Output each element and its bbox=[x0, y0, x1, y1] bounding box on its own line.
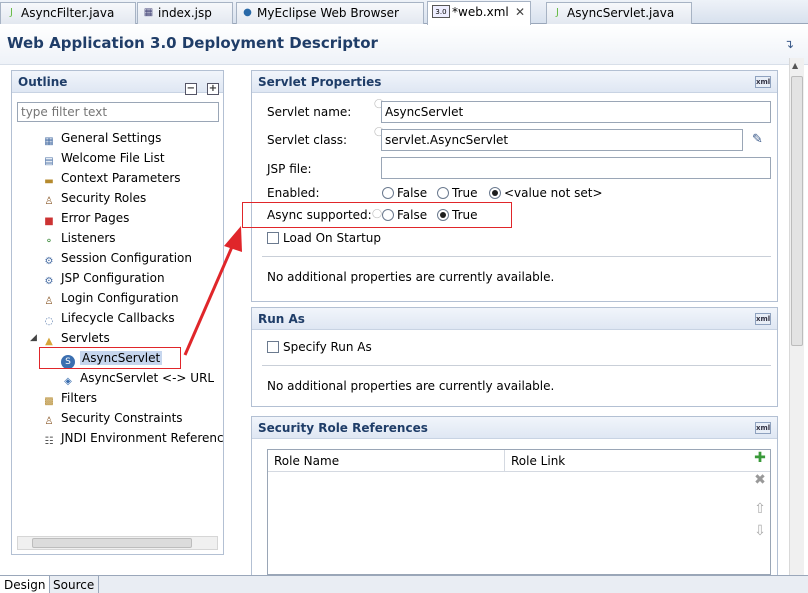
servlet-name-field[interactable]: AsyncServlet bbox=[381, 101, 771, 123]
tab-web-browser[interactable]: ● MyEclipse Web Browser bbox=[236, 2, 424, 24]
outline-item-security-constraints[interactable]: ♙ Security Constraints bbox=[42, 409, 183, 427]
outline-item-filters[interactable]: ▩ Filters bbox=[42, 389, 97, 407]
outline-item-listeners[interactable]: ⚬ Listeners bbox=[42, 229, 116, 247]
listener-icon: ⚬ bbox=[44, 236, 54, 247]
jsp-config-icon: ⚙ bbox=[44, 276, 54, 287]
servlet-class-field[interactable]: servlet.AsyncServlet bbox=[381, 129, 743, 151]
outline-item-security-roles[interactable]: ♙ Security Roles bbox=[42, 189, 147, 207]
outline-item-jsp-configuration[interactable]: ⚙ JSP Configuration bbox=[42, 269, 165, 287]
outline-item-login-configuration[interactable]: ♙ Login Configuration bbox=[42, 289, 179, 307]
java-file-icon: J bbox=[556, 7, 559, 18]
xml-file-icon: 3.0 bbox=[432, 5, 450, 18]
enabled-label: Enabled: bbox=[267, 186, 320, 200]
run-as-header: Run As xml bbox=[252, 308, 777, 330]
scroll-up-icon[interactable]: ▲ bbox=[792, 61, 798, 70]
main-vertical-scrollbar[interactable]: ▲ bbox=[789, 58, 804, 575]
outline-item-error-pages[interactable]: ■ Error Pages bbox=[42, 209, 129, 227]
enabled-not-set-radio[interactable]: <value not set> bbox=[489, 186, 603, 200]
tab-asyncfilter[interactable]: J AsyncFilter.java bbox=[0, 2, 136, 24]
page-title: Web Application 3.0 Deployment Descripto… bbox=[7, 34, 378, 52]
filter-icon: ▩ bbox=[44, 396, 54, 407]
parameters-icon: ▬ bbox=[44, 176, 54, 187]
outline-horizontal-scrollbar[interactable] bbox=[17, 536, 218, 550]
outline-item-jndi-environment[interactable]: ☷ JNDI Environment Referenc bbox=[42, 429, 224, 447]
collapse-triangle-icon[interactable]: ◢ bbox=[30, 333, 37, 343]
scrollbar-thumb[interactable] bbox=[791, 76, 803, 346]
jsp-file-label: JSP file: bbox=[267, 162, 312, 176]
highlight-box-async bbox=[242, 202, 512, 228]
outline-item-lifecycle-callbacks[interactable]: ◌ Lifecycle Callbacks bbox=[42, 309, 175, 327]
column-header-role-name[interactable]: Role Name bbox=[268, 450, 505, 472]
outline-item-servlets[interactable]: ▲ Servlets bbox=[42, 329, 110, 347]
remove-icon[interactable]: ✖ bbox=[753, 473, 767, 487]
divider bbox=[262, 365, 771, 366]
jsp-file-icon: ▦ bbox=[143, 7, 154, 18]
security-roles-icon: ♙ bbox=[44, 196, 54, 207]
outline-item-welcome-file-list[interactable]: ▤ Welcome File List bbox=[42, 149, 164, 167]
outline-title: Outline bbox=[18, 75, 68, 89]
outline-item-general-settings[interactable]: ▦ General Settings bbox=[42, 129, 161, 147]
editor-bottom-tabs: Design Source bbox=[0, 575, 808, 593]
security-role-table[interactable]: Role Name Role Link bbox=[267, 449, 771, 575]
expand-all-icon[interactable]: + bbox=[207, 83, 219, 95]
login-icon: ♙ bbox=[44, 296, 54, 307]
link-editor-icon[interactable]: ↴ bbox=[784, 37, 794, 51]
editor-header: Web Application 3.0 Deployment Descripto… bbox=[0, 25, 808, 65]
move-down-icon[interactable]: ⇩ bbox=[753, 524, 767, 538]
java-file-icon: J bbox=[10, 7, 13, 18]
outline-filter-input[interactable] bbox=[17, 102, 219, 122]
column-header-role-link[interactable]: Role Link bbox=[505, 450, 770, 472]
error-page-icon: ■ bbox=[44, 216, 54, 227]
jndi-icon: ☷ bbox=[44, 436, 54, 447]
lifecycle-icon: ◌ bbox=[44, 316, 54, 327]
section-toggle-icon[interactable]: xml bbox=[755, 422, 771, 434]
close-tab-icon[interactable]: ✕ bbox=[515, 2, 525, 22]
servlet-properties-header: Servlet Properties xml bbox=[252, 71, 777, 93]
jsp-file-field[interactable] bbox=[381, 157, 771, 179]
tab-source[interactable]: Source bbox=[49, 576, 100, 593]
tab-web-xml[interactable]: 3.0 *web.xml ✕ bbox=[427, 1, 531, 25]
enabled-true-radio[interactable]: True bbox=[437, 186, 478, 200]
globe-icon: ● bbox=[243, 7, 252, 18]
settings-icon: ▦ bbox=[44, 136, 54, 147]
enabled-false-radio[interactable]: False bbox=[382, 186, 427, 200]
divider bbox=[262, 256, 771, 257]
annotation-arrow bbox=[183, 226, 242, 356]
session-icon: ⚙ bbox=[44, 256, 54, 267]
section-toggle-icon[interactable]: xml bbox=[755, 313, 771, 325]
tab-design[interactable]: Design bbox=[0, 576, 51, 593]
security-role-references-header: Security Role References xml bbox=[252, 417, 777, 439]
specify-run-as-checkbox[interactable]: Specify Run As bbox=[267, 340, 372, 354]
load-on-startup-checkbox[interactable]: Load On Startup bbox=[267, 231, 381, 245]
scrollbar-thumb[interactable] bbox=[32, 538, 192, 548]
section-toggle-icon[interactable]: xml bbox=[755, 76, 771, 88]
constraint-icon: ♙ bbox=[44, 416, 54, 427]
servlet-no-props-text: No additional properties are currently a… bbox=[267, 270, 555, 284]
welcome-file-icon: ▤ bbox=[44, 156, 54, 167]
servlet-class-label: Servlet class: bbox=[267, 133, 348, 147]
browse-class-icon[interactable]: ✎ bbox=[752, 132, 763, 147]
tab-asyncservlet[interactable]: J AsyncServlet.java bbox=[546, 2, 692, 24]
highlight-box-asyncservlet bbox=[39, 347, 181, 369]
outline-item-servlet-mapping[interactable]: ◈ AsyncServlet <-> URL bbox=[61, 369, 214, 387]
outline-header: Outline − + bbox=[12, 71, 223, 95]
run-as-no-props-text: No additional properties are currently a… bbox=[267, 379, 555, 393]
move-up-icon[interactable]: ⇧ bbox=[753, 502, 767, 516]
outline-item-session-configuration[interactable]: ⚙ Session Configuration bbox=[42, 249, 192, 267]
add-icon[interactable]: ✚ bbox=[753, 451, 767, 465]
servlet-name-label: Servlet name: bbox=[267, 105, 352, 119]
tab-index-jsp[interactable]: ▦ index.jsp bbox=[137, 2, 233, 24]
mapping-icon: ◈ bbox=[64, 376, 72, 387]
editor-tab-bar: J AsyncFilter.java ▦ index.jsp ● MyEclip… bbox=[0, 0, 808, 25]
collapse-all-icon[interactable]: − bbox=[184, 83, 197, 95]
outline-item-context-parameters[interactable]: ▬ Context Parameters bbox=[42, 169, 180, 187]
